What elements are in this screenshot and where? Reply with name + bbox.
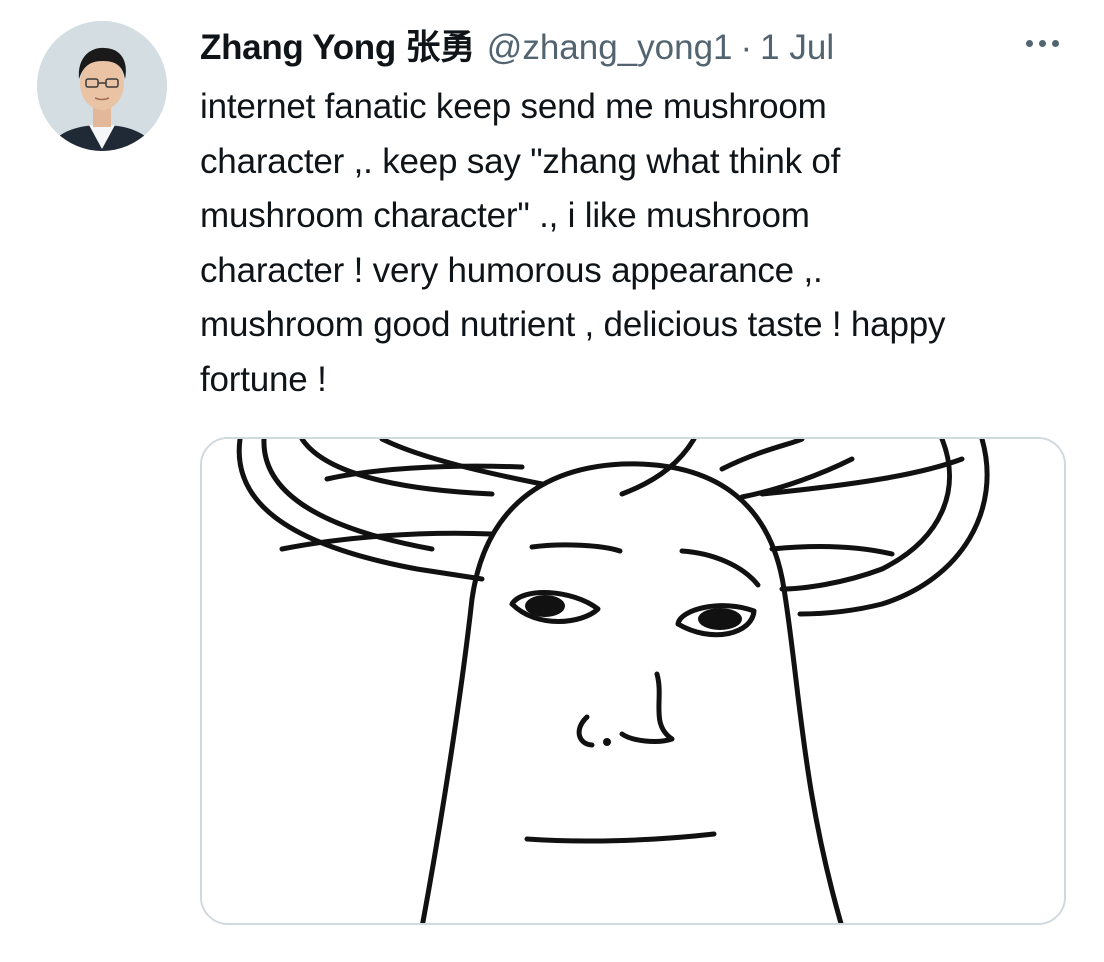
author-name[interactable]: Zhang Yong 张勇 [200,26,475,70]
author-handle[interactable]: @zhang_yong1 [487,26,733,70]
separator-dot: · [740,28,753,67]
mushroom-character-drawing-icon [202,439,1064,923]
bottom-edge [0,940,1104,962]
tweet-header: Zhang Yong 张勇 @zhang_yong1 · 1 Jul [200,26,1064,70]
tweet-date[interactable]: 1 Jul [760,26,834,70]
tweet[interactable]: Zhang Yong 张勇 @zhang_yong1 · 1 Jul inter… [0,0,1104,962]
tweet-media-image[interactable] [200,437,1066,925]
more-horizontal-icon[interactable] [1026,32,1062,52]
avatar[interactable] [37,21,167,151]
tweet-text: internet fanatic keep send me mushroom c… [200,87,946,399]
